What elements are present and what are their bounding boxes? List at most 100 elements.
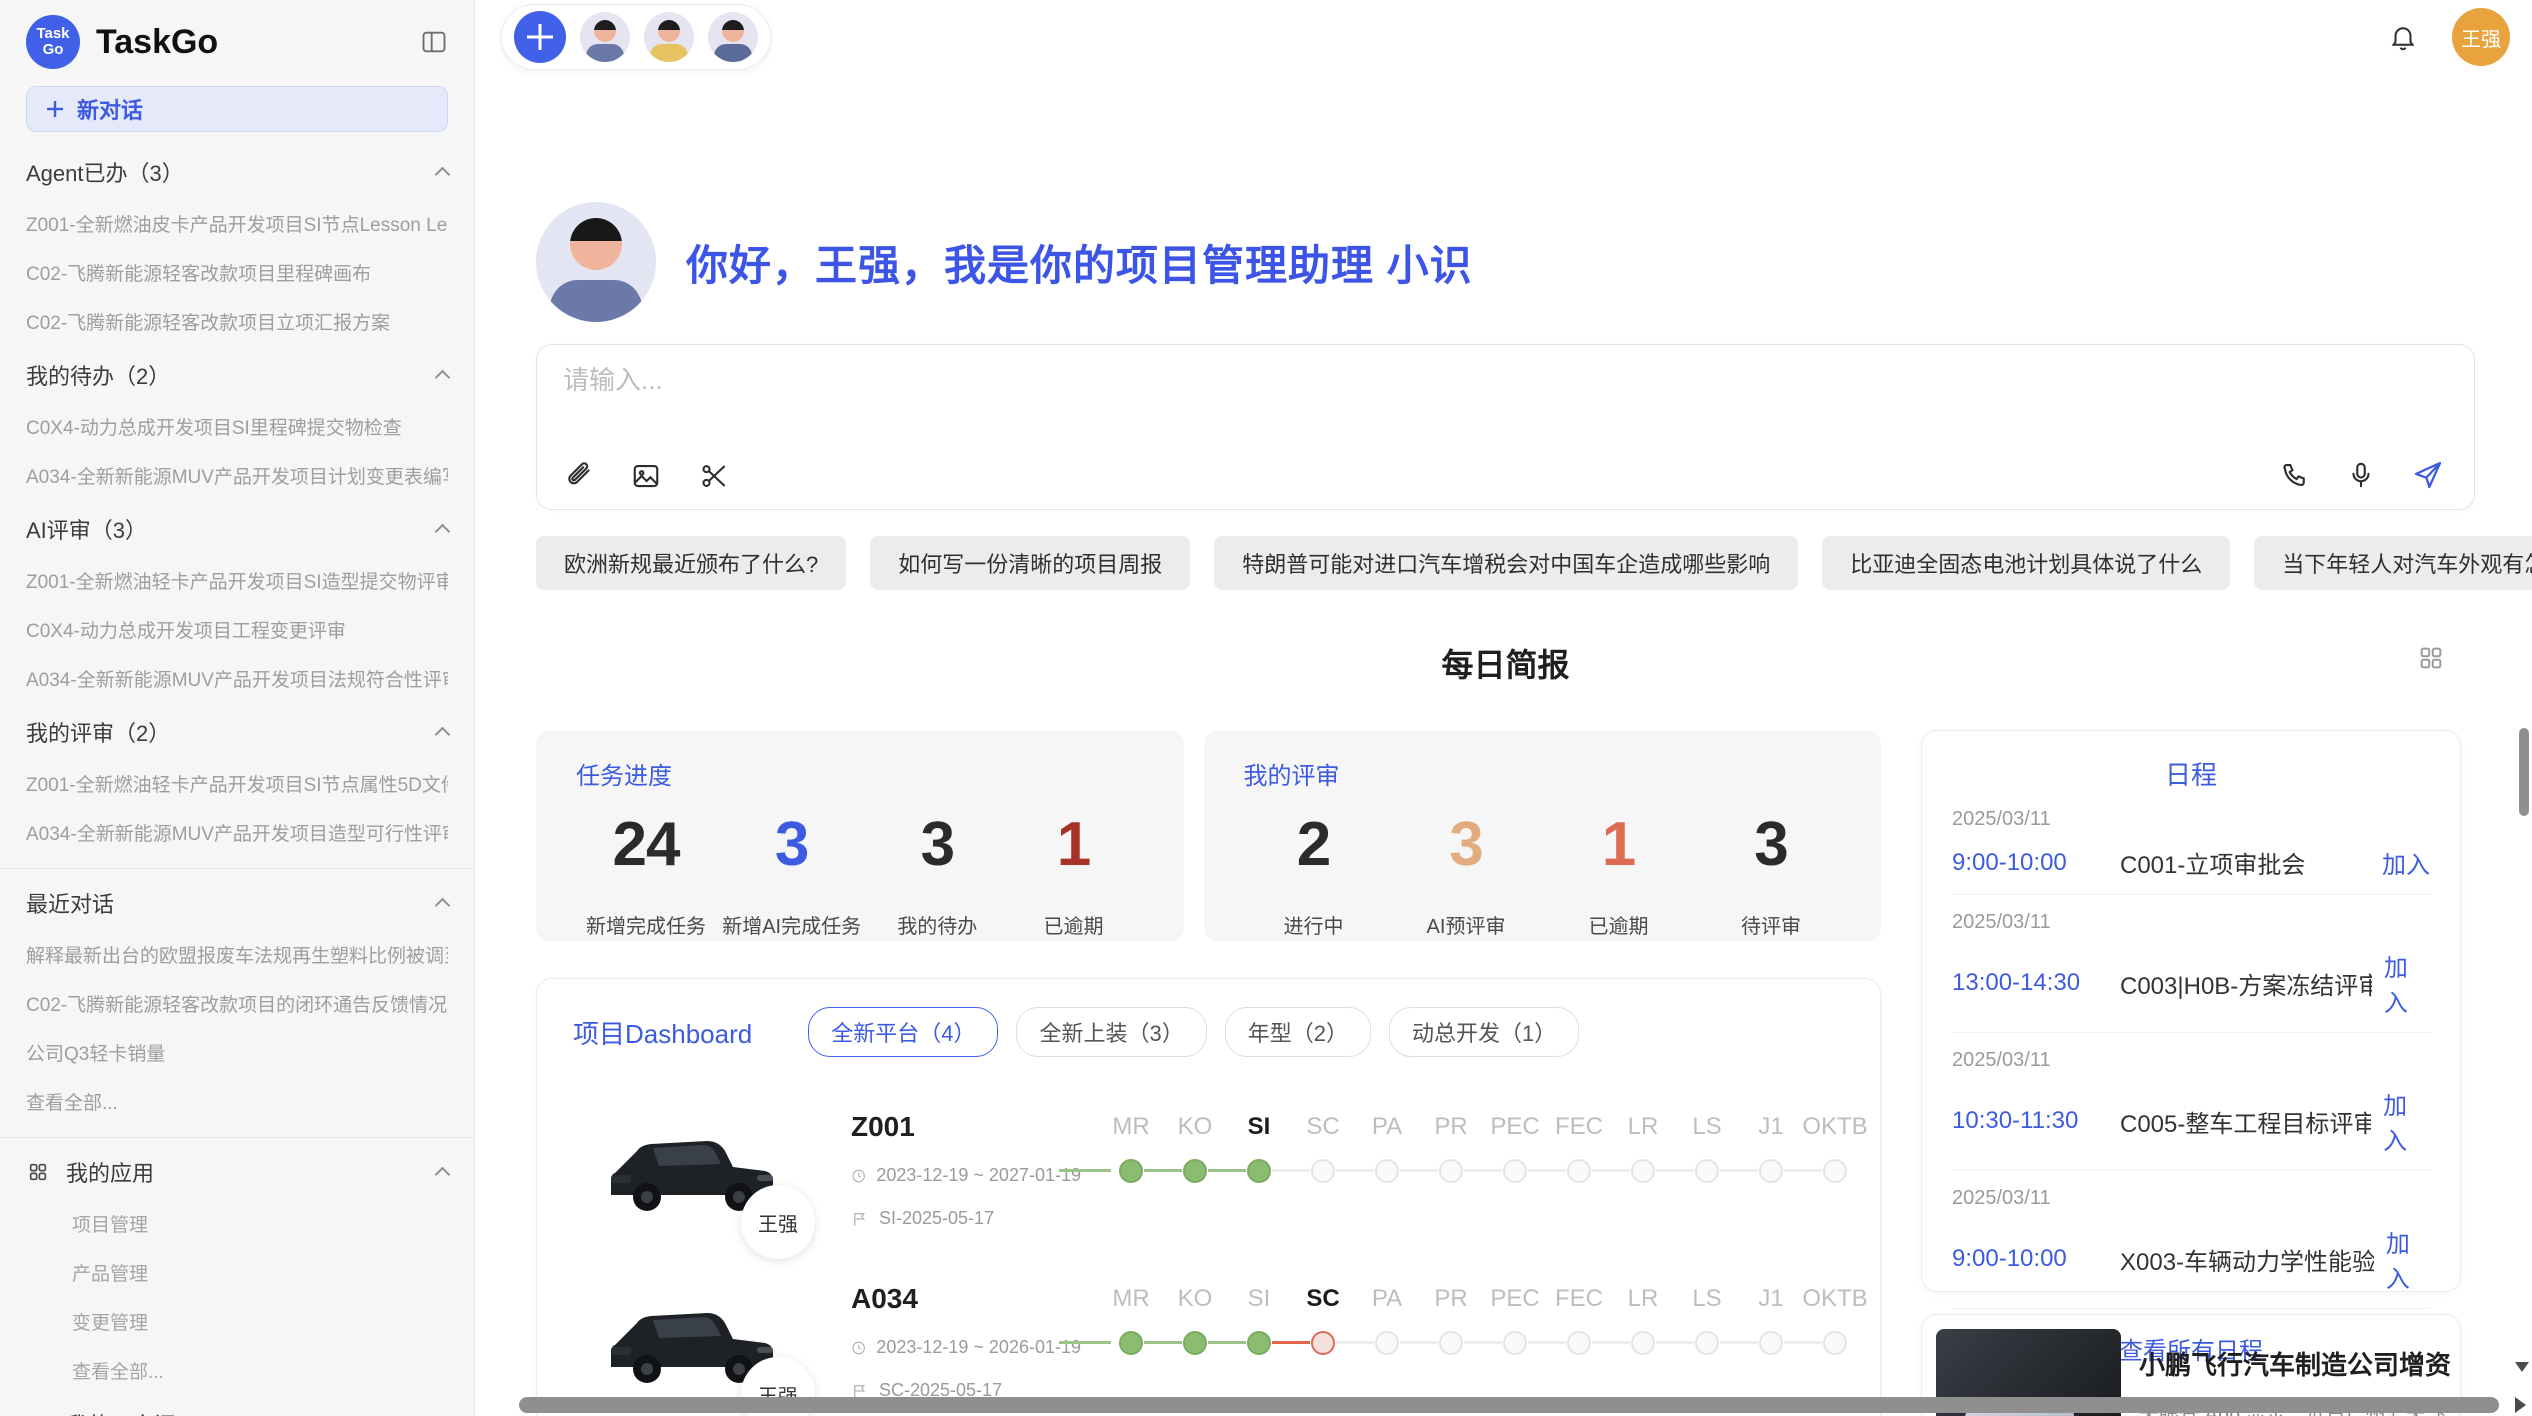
- stat: 2 进行中: [1254, 809, 1374, 939]
- section-ai-review[interactable]: AI评审（3）: [26, 513, 448, 545]
- scroll-right-arrow[interactable]: [2515, 1397, 2526, 1413]
- sidebar-toggle-icon[interactable]: [420, 28, 448, 56]
- recent-chat-item[interactable]: 公司Q3轻卡销量: [26, 1039, 448, 1066]
- stat: 3 待评审: [1711, 809, 1831, 939]
- milestone-label: J1: [1758, 1113, 1783, 1143]
- stat-value: 1: [1057, 809, 1090, 880]
- milestone-label: FEC: [1555, 1285, 1603, 1315]
- app-item-change-mgmt[interactable]: 变更管理: [72, 1308, 448, 1335]
- agent-avatar[interactable]: [644, 12, 694, 62]
- app-item-product-mgmt[interactable]: 产品管理: [72, 1259, 448, 1286]
- sidebar-item-my-apps[interactable]: 我的应用: [26, 1156, 448, 1188]
- stat: 3 AI预评审: [1406, 809, 1526, 939]
- tab-platform[interactable]: 全新平台（4）: [808, 1007, 998, 1057]
- sidebar-item[interactable]: Z001-全新燃油皮卡产品开发项目SI节点Lesson Learn报告: [26, 210, 448, 237]
- milestone-label: SC: [1306, 1285, 1339, 1315]
- join-link[interactable]: 加入: [2384, 948, 2430, 1018]
- sidebar-item[interactable]: C02-飞腾新能源轻客改款项目里程碑画布: [26, 259, 448, 286]
- dashboard-columns: 任务进度 24 新增完成任务 3 新增AI完成任务: [536, 730, 2475, 1416]
- my-review-card: 我的评审 2 进行中 3 AI预评审: [1204, 730, 1881, 942]
- milestone: SC: [1291, 1285, 1355, 1355]
- right-column: 日程 2025/03/11 9:00-10:00 C001-立项审批会 加入 2…: [1921, 730, 2461, 1416]
- milestone-label: SC: [1306, 1113, 1339, 1143]
- milestone: LR: [1611, 1113, 1675, 1183]
- scroll-down-arrow[interactable]: [2515, 1362, 2529, 1372]
- stat-value: 24: [613, 809, 680, 880]
- schedule-row: 9:00-10:00 C001-立项审批会 加入: [1952, 845, 2430, 880]
- schedule-event: X003-车辆动力学性能验...: [2120, 1242, 2374, 1277]
- paperclip-icon[interactable]: [563, 461, 593, 491]
- suggestion-chip[interactable]: 比亚迪全固态电池计划具体说了什么: [1822, 536, 2230, 590]
- schedule-row: 13:00-14:30 C003|H0B-方案冻结评审 加入: [1952, 948, 2430, 1018]
- schedule-date: 2025/03/11: [1952, 1187, 2430, 1210]
- section-label: AI评审（3）: [26, 513, 147, 545]
- view-all-apps-link[interactable]: 查看全部...: [72, 1357, 448, 1384]
- project-row[interactable]: 王强 Z001 2023-12-19 ~ 2027-01-19: [573, 1111, 1844, 1229]
- layout-grid-icon[interactable]: [2417, 644, 2445, 672]
- section-my-review[interactable]: 我的评审（2）: [26, 716, 448, 748]
- tab-upfit[interactable]: 全新上装（3）: [1016, 1007, 1206, 1057]
- project-image: 王强: [597, 1111, 787, 1223]
- sidebar-item[interactable]: Z001-全新燃油轻卡产品开发项目SI造型提交物评审: [26, 567, 448, 594]
- sidebar-item[interactable]: A034-全新新能源MUV产品开发项目造型可行性评审: [26, 819, 448, 846]
- view-all-chats-link[interactable]: 查看全部...: [26, 1088, 448, 1115]
- divider: [0, 868, 474, 869]
- sidebar-item[interactable]: C02-飞腾新能源轻客改款项目立项汇报方案: [26, 308, 448, 335]
- add-agent-button[interactable]: [514, 11, 566, 63]
- sidebar-item[interactable]: Z001-全新燃油轻卡产品开发项目SI节点属性5D文件评审: [26, 770, 448, 797]
- agent-avatar[interactable]: [580, 12, 630, 62]
- join-link[interactable]: 加入: [2386, 1224, 2430, 1294]
- sidebar-item[interactable]: C0X4-动力总成开发项目SI里程碑提交物检查: [26, 413, 448, 440]
- dates-text: 2023-12-19 ~ 2026-01-19: [876, 1337, 1081, 1358]
- stat-value: 3: [1754, 809, 1787, 880]
- phone-icon[interactable]: [2280, 460, 2310, 490]
- suggestion-chip[interactable]: 如何写一份清晰的项目周报: [870, 536, 1190, 590]
- milestone-dot: [1695, 1331, 1719, 1355]
- app-item-project-mgmt[interactable]: 项目管理: [72, 1210, 448, 1237]
- topbar: 王强: [476, 0, 2532, 76]
- milestone-dot: [1823, 1331, 1847, 1355]
- suggestion-chip[interactable]: 欧洲新规最近颁布了什么?: [536, 536, 846, 590]
- suggestion-chip[interactable]: 特朗普可能对进口汽车增税会对中国车企造成哪些影响: [1214, 536, 1798, 590]
- sidebar-item[interactable]: A034-全新新能源MUV产品开发项目计划变更表编写: [26, 462, 448, 489]
- milestone-label: OKTB: [1802, 1285, 1867, 1315]
- milestone-label: PEC: [1490, 1285, 1539, 1315]
- sidebar-item[interactable]: A034-全新新能源MUV产品开发项目法规符合性评审: [26, 665, 448, 692]
- horizontal-scrollbar[interactable]: [519, 1397, 2499, 1413]
- milestone: PEC: [1483, 1285, 1547, 1355]
- section-recent-chats[interactable]: 最近对话: [26, 887, 448, 919]
- stat-value: 1: [1602, 809, 1635, 880]
- bell-icon[interactable]: [2388, 22, 2418, 52]
- agent-avatar[interactable]: [708, 12, 758, 62]
- milestone-label: J1: [1758, 1285, 1783, 1315]
- section-agent-done[interactable]: Agent已办（3）: [26, 156, 448, 188]
- sidebar-item[interactable]: C0X4-动力总成开发项目工程变更评审: [26, 616, 448, 643]
- agent-switcher: [501, 4, 771, 70]
- sidebar-item-cloud-space[interactable]: 我的云空间: [26, 1408, 448, 1416]
- vertical-scrollbar[interactable]: [2519, 728, 2529, 816]
- message-input[interactable]: [563, 365, 1883, 396]
- microphone-icon[interactable]: [2346, 460, 2376, 490]
- schedule-date: 2025/03/11: [1952, 808, 2430, 831]
- milestone-label: LR: [1628, 1113, 1659, 1143]
- project-row[interactable]: 王强 A034 2023-12-19 ~ 2026-01-19: [573, 1283, 1844, 1401]
- image-icon[interactable]: [631, 461, 661, 491]
- milestone-label: LR: [1628, 1285, 1659, 1315]
- recent-chat-item[interactable]: C02-飞腾新能源轻客改款项目的闭环通告反馈情况: [26, 990, 448, 1017]
- schedule-time: 9:00-10:00: [1952, 1245, 2120, 1273]
- milestone-dot: [1311, 1159, 1335, 1183]
- scissors-icon[interactable]: [699, 461, 729, 491]
- suggestion-chip[interactable]: 当下年轻人对汽车外观有怎样的喜好趋势: [2254, 536, 2532, 590]
- section-my-todo[interactable]: 我的待办（2）: [26, 359, 448, 391]
- milestone: SI: [1227, 1285, 1291, 1355]
- recent-chat-item[interactable]: 解释最新出台的欧盟报废车法规再生塑料比例被调至15%...: [26, 941, 448, 968]
- join-link[interactable]: 加入: [2383, 1086, 2430, 1156]
- send-icon[interactable]: [2412, 459, 2444, 491]
- tab-model-year[interactable]: 年型（2）: [1225, 1007, 1371, 1057]
- new-chat-button[interactable]: 新对话: [26, 86, 448, 132]
- tab-powertrain[interactable]: 动总开发（1）: [1389, 1007, 1579, 1057]
- project-dates: 2023-12-19 ~ 2026-01-19: [851, 1337, 1081, 1358]
- milestone: PEC: [1483, 1113, 1547, 1183]
- join-link[interactable]: 加入: [2382, 845, 2430, 880]
- user-avatar[interactable]: 王强: [2452, 8, 2510, 66]
